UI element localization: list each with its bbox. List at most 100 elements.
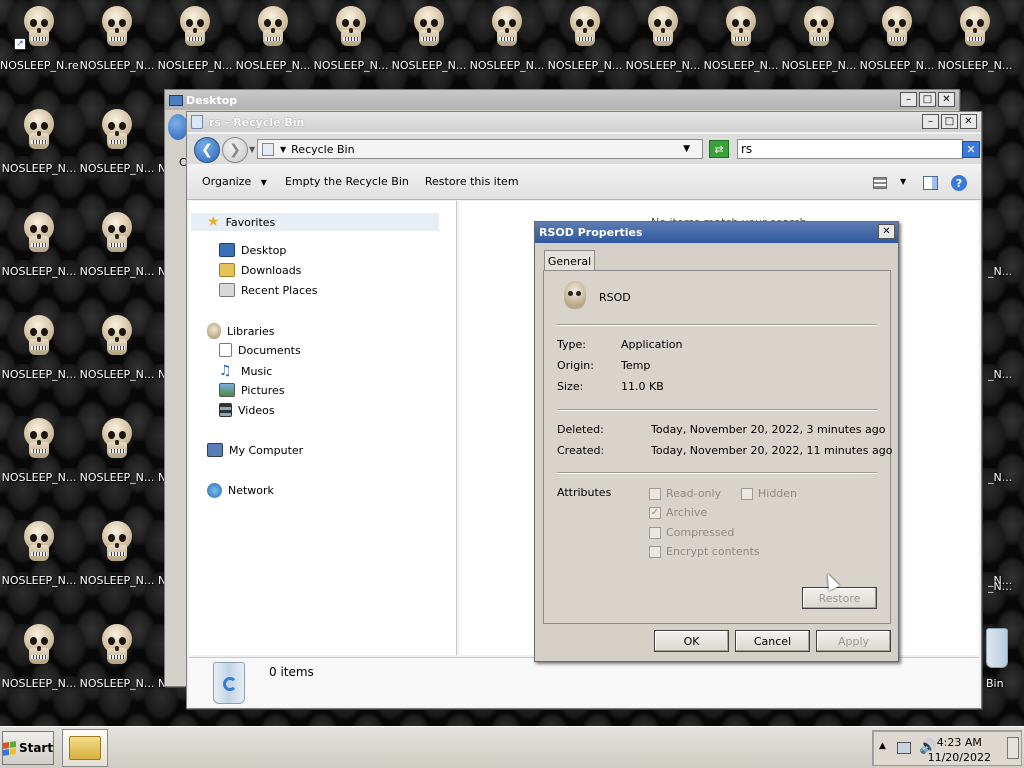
desktop-icon-label-partial[interactable]: _N... <box>988 471 1024 484</box>
desktop-icon-label[interactable]: NOSLEEP_N... <box>0 471 78 484</box>
skull-icon[interactable] <box>99 521 135 565</box>
recycle-bin-titlebar[interactable]: rs - Recycle Bin <box>187 112 981 132</box>
desktop-icon-label[interactable]: NOSLEEP_N... <box>78 265 156 278</box>
close-button[interactable]: ✕ <box>960 114 977 129</box>
nav-documents[interactable]: Documents <box>219 343 301 357</box>
checkbox-box[interactable] <box>741 487 753 500</box>
tab-general[interactable]: General <box>544 250 595 271</box>
desktop-icon-label[interactable]: NOSLEEP_N... <box>0 368 78 381</box>
desktop-icon-label[interactable]: NOSLEEP_N... <box>468 59 546 72</box>
desktop-window-titlebar[interactable]: Desktop <box>165 90 959 110</box>
show-desktop-button[interactable] <box>1007 737 1019 759</box>
skull-icon[interactable] <box>99 212 135 256</box>
skull-icon[interactable] <box>99 624 135 668</box>
show-hidden-icons-icon[interactable]: ▲ <box>879 741 886 751</box>
apply-button[interactable]: Apply <box>816 630 891 652</box>
views-icon[interactable] <box>873 177 887 189</box>
properties-titlebar[interactable]: RSOD Properties <box>535 222 898 243</box>
nav-music[interactable]: ♫ Music <box>219 363 272 379</box>
address-dropdown-icon[interactable]: ▼ <box>683 144 690 154</box>
properties-dialog[interactable]: RSOD Properties ✕ General RSOD Type: App… <box>534 221 899 662</box>
skull-icon[interactable] <box>99 6 135 50</box>
compressed-checkbox[interactable]: Compressed <box>649 526 734 539</box>
minimize-button[interactable]: – <box>900 92 917 107</box>
skull-icon[interactable] <box>21 624 57 668</box>
desktop-icon-label[interactable]: NOSLEEP_N... <box>702 59 780 72</box>
breadcrumb-arrow-icon[interactable]: ▼ <box>280 145 286 154</box>
desktop-icon-label[interactable]: NOSLEEP_N... <box>312 59 390 72</box>
desktop-icon-label[interactable]: NOSLEEP_N... <box>78 59 156 72</box>
skull-icon[interactable] <box>99 315 135 359</box>
desktop-icon-label[interactable]: NOSLEEP_N... <box>390 59 468 72</box>
refresh-button[interactable]: ⇄ <box>709 140 729 158</box>
nav-desktop[interactable]: Desktop <box>219 243 286 257</box>
desktop-icon-label[interactable]: NOSLEEP_N... <box>78 162 156 175</box>
skull-icon[interactable] <box>801 6 837 50</box>
organize-button[interactable]: Organize ▼ <box>194 175 275 188</box>
skull-icon[interactable] <box>99 109 135 153</box>
desktop-window-back-icon[interactable] <box>168 114 188 140</box>
ok-button[interactable]: OK <box>654 630 729 652</box>
desktop-icon-label-partial[interactable]: _N... <box>988 265 1024 278</box>
desktop-icon-label[interactable]: NOSLEEP_N... <box>0 574 78 587</box>
restore-item-button[interactable]: Restore this item <box>417 175 527 188</box>
taskbar-explorer-button[interactable] <box>62 729 108 767</box>
nav-libraries[interactable]: Libraries <box>207 323 275 339</box>
skull-icon[interactable] <box>333 6 369 50</box>
skull-icon[interactable] <box>879 6 915 50</box>
search-input[interactable]: rs <box>737 139 963 159</box>
desktop-icon-label[interactable]: NOSLEEP_N... <box>858 59 936 72</box>
maximize-button[interactable]: □ <box>941 114 958 129</box>
desktop-icon-label[interactable]: NOSLEEP_N... <box>936 59 1014 72</box>
nav-favorites[interactable]: ★ Favorites <box>191 213 439 231</box>
nav-network[interactable]: Network <box>207 483 274 498</box>
desktop-icon-label[interactable]: NOSLEEP_N.re <box>0 59 78 72</box>
help-icon[interactable]: ? <box>951 175 967 191</box>
desktop-icon-label[interactable]: NOSLEEP_N... <box>78 471 156 484</box>
checkbox-box[interactable] <box>649 526 661 539</box>
skull-icon[interactable] <box>21 109 57 153</box>
preview-pane-icon[interactable] <box>923 176 938 190</box>
network-tray-icon[interactable] <box>897 742 911 754</box>
desktop-icon-label[interactable]: NOSLEEP_N... <box>624 59 702 72</box>
empty-recycle-bin-button[interactable]: Empty the Recycle Bin <box>277 175 417 188</box>
readonly-checkbox[interactable]: Read-only <box>649 487 721 500</box>
desktop-icon-label[interactable]: NOSLEEP_N... <box>78 368 156 381</box>
skull-icon[interactable] <box>99 418 135 462</box>
nav-videos[interactable]: Videos <box>219 403 275 417</box>
close-button[interactable]: ✕ <box>938 92 955 107</box>
skull-icon[interactable] <box>21 418 57 462</box>
skull-icon[interactable] <box>957 6 993 50</box>
desktop-icon-label[interactable]: NOSLEEP_N... <box>156 59 234 72</box>
start-button[interactable]: Start <box>2 731 54 765</box>
desktop-icon-label-partial[interactable]: _N... <box>988 368 1024 381</box>
nav-recent-places[interactable]: Recent Places <box>219 283 318 297</box>
recycle-bin-desktop-icon[interactable] <box>986 628 1008 668</box>
skull-icon[interactable] <box>21 521 57 565</box>
skull-icon[interactable] <box>567 6 603 50</box>
checkbox-box[interactable] <box>649 545 661 558</box>
recycle-bin-desktop-label[interactable]: Bin <box>986 677 1022 690</box>
forward-button[interactable]: ❯ <box>222 137 248 163</box>
history-dropdown-icon[interactable]: ▼ <box>249 145 255 154</box>
skull-icon[interactable] <box>177 6 213 50</box>
skull-icon[interactable] <box>21 212 57 256</box>
restore-button[interactable]: Restore <box>802 587 877 609</box>
desktop-icon-label[interactable]: NOSLEEP_N... <box>0 162 78 175</box>
skull-icon[interactable] <box>645 6 681 50</box>
desktop-icon-label[interactable]: NOSLEEP_N... <box>78 677 156 690</box>
nav-downloads[interactable]: Downloads <box>219 263 301 277</box>
checkbox-box[interactable] <box>649 487 661 500</box>
checkmark-icon[interactable]: ✓ <box>649 506 661 519</box>
desktop-icon-label[interactable]: NOSLEEP_N... <box>0 265 78 278</box>
skull-icon[interactable] <box>489 6 525 50</box>
address-box[interactable]: ▼ Recycle Bin ▼ <box>257 139 703 159</box>
minimize-button[interactable]: – <box>922 114 939 129</box>
encrypt-checkbox[interactable]: Encrypt contents <box>649 545 760 558</box>
desktop-icon-label[interactable]: NOSLEEP_N... <box>78 574 156 587</box>
hidden-checkbox[interactable]: Hidden <box>741 487 797 500</box>
skull-icon[interactable] <box>21 315 57 359</box>
desktop-icon-label[interactable]: NOSLEEP_N... <box>0 677 78 690</box>
clear-search-button[interactable]: ✕ <box>962 141 980 158</box>
address-text[interactable]: Recycle Bin <box>291 143 354 156</box>
